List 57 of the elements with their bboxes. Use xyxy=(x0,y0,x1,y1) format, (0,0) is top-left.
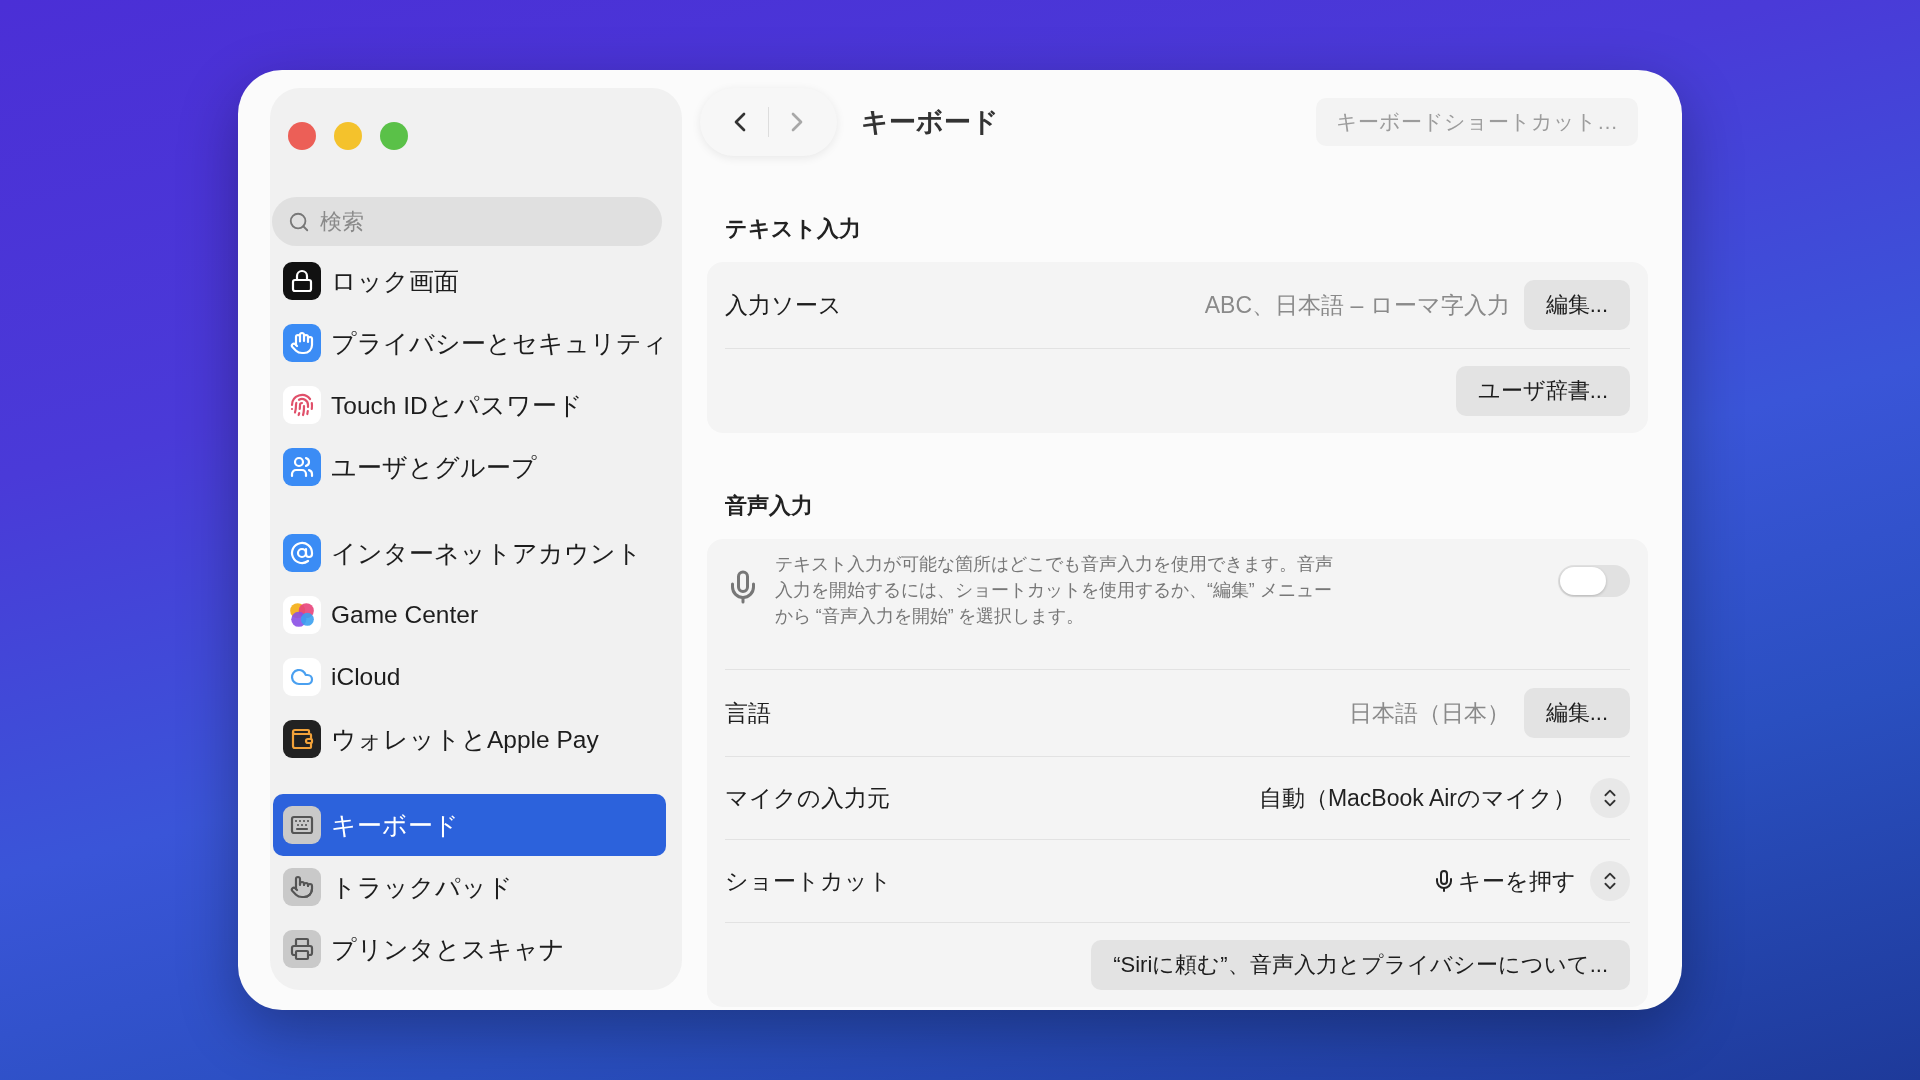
popup-stepper[interactable] xyxy=(1590,861,1630,901)
hand-icon xyxy=(283,324,321,362)
action-button[interactable]: ユーザ辞書... xyxy=(1455,366,1630,416)
search-field[interactable]: 検索 xyxy=(272,197,662,246)
sidebar-item[interactable]: iCloud xyxy=(273,646,666,708)
setting-value: 日本語（日本） xyxy=(1348,698,1510,728)
users-icon xyxy=(283,448,321,486)
sidebar-item[interactable]: キーボード xyxy=(273,794,666,856)
sidebar-item[interactable]: プライバシーとセキュリティ xyxy=(273,312,666,374)
section-title: 音声入力 xyxy=(725,492,814,520)
sidebar-item[interactable]: Game Center xyxy=(273,584,666,646)
action-button[interactable]: “Siriに頼む”、音声入力とプライバシーについて... xyxy=(1091,940,1630,990)
printer-icon xyxy=(283,930,321,968)
sidebar-item[interactable]: ロック画面 xyxy=(273,250,666,312)
sidebar-item[interactable]: トラックパッド xyxy=(273,856,666,918)
sidebar-item-label: Touch IDとパスワード xyxy=(331,390,583,421)
at-sign-icon xyxy=(283,534,321,572)
edit-button[interactable]: 編集... xyxy=(1523,688,1630,738)
close-button[interactable] xyxy=(288,122,316,150)
sidebar-item[interactable]: プリンタとスキャナ xyxy=(273,918,666,980)
fingerprint-icon xyxy=(283,386,321,424)
colorful-bubbles-icon xyxy=(283,596,321,634)
popup-stepper[interactable] xyxy=(1590,778,1630,818)
keyboard-icon xyxy=(283,806,321,844)
toggle-switch[interactable] xyxy=(1558,565,1630,597)
hand-pointer-icon xyxy=(283,868,321,906)
search-icon xyxy=(288,210,310,233)
window-title: キーボード xyxy=(861,106,1000,139)
lock-icon xyxy=(283,262,321,300)
setting-label: マイクの入力元 xyxy=(725,783,891,813)
setting-label: 言語 xyxy=(725,698,772,728)
search-input[interactable]: 検索 xyxy=(318,207,622,236)
setting-value: キーを押す xyxy=(1458,866,1576,896)
sidebar-item-label: Game Center xyxy=(331,601,479,629)
sidebar-item[interactable]: インターネットアカウント xyxy=(273,522,666,584)
wallet-icon xyxy=(283,720,321,758)
sidebar-item[interactable]: ユーザとグループ xyxy=(273,436,666,498)
setting-label: 入力ソース xyxy=(725,290,843,320)
setting-label: ショートカット xyxy=(725,866,893,896)
sidebar-item-label: プリンタとスキャナ xyxy=(331,934,565,965)
sidebar-item-label: ウォレットとApple Pay xyxy=(331,724,599,755)
setting-value: ABC、日本語 – ローマ字入力 xyxy=(1204,290,1510,320)
sidebar-item-label: iCloud xyxy=(331,663,401,691)
sidebar-item-label: インターネットアカウント xyxy=(331,538,642,569)
sidebar-item[interactable]: Touch IDとパスワード xyxy=(273,374,666,436)
section-title: テキスト入力 xyxy=(725,215,862,243)
edit-button[interactable]: 編集... xyxy=(1523,280,1630,330)
setting-value: 自動（MacBook Airのマイク） xyxy=(1258,783,1576,813)
sidebar-item-label: トラックパッド xyxy=(331,872,513,903)
description-text: テキスト入力が可能な箇所はどこでも音声入力を使用できます。音声入力を開始するには、ショートカットを使用するか、“編集” メニューから “音声入力を開始” を選択します。 xyxy=(775,553,1334,628)
cloud-icon xyxy=(283,658,321,696)
sidebar-item-label: プライバシーとセキュリティ xyxy=(331,328,668,359)
sidebar-item-label: ロック画面 xyxy=(331,266,459,297)
sidebar-item-label: キーボード xyxy=(331,810,459,841)
sidebar-item-label: ユーザとグループ xyxy=(331,452,537,483)
zoom-button[interactable] xyxy=(380,122,408,150)
sidebar-item[interactable]: ウォレットとApple Pay xyxy=(273,708,666,770)
